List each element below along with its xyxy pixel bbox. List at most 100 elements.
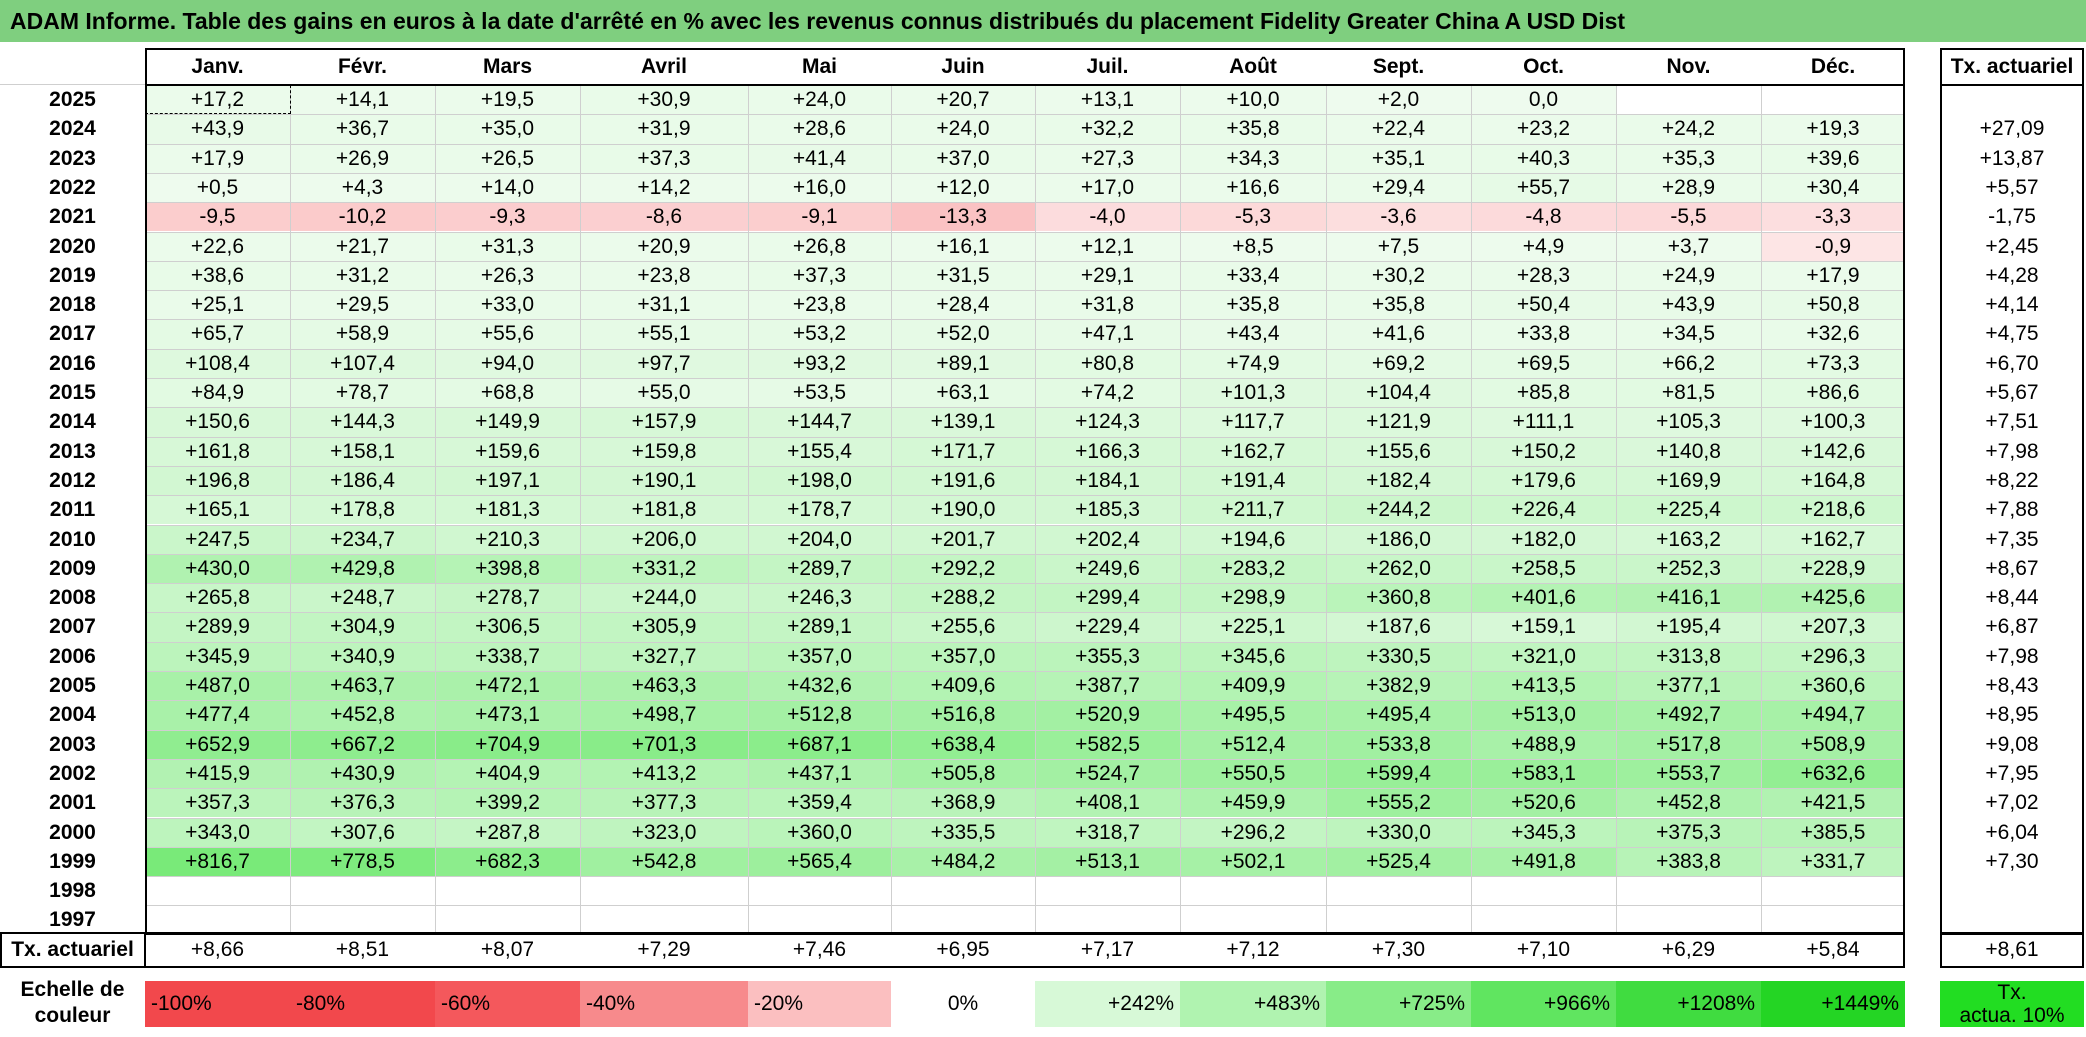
gain-cell: +26,3 (435, 260, 580, 291)
gain-cell: +512,4 (1180, 729, 1326, 759)
gain-cell: +13,1 (1035, 85, 1180, 115)
gain-cell: +159,6 (435, 436, 580, 466)
gain-cell: +498,7 (580, 700, 748, 730)
gain-cell: +24,0 (891, 114, 1035, 144)
gain-cell: +542,8 (580, 846, 748, 877)
gain-cell: +487,0 (145, 671, 290, 701)
row-rate: +7,88 (1985, 498, 2039, 522)
gain-cell: +26,8 (748, 231, 891, 261)
gain-cell: +201,7 (891, 524, 1035, 554)
gain-cell: +202,4 (1035, 524, 1180, 554)
footer-rate: +7,29 (637, 938, 691, 961)
gain-cell: +157,9 (580, 407, 748, 437)
footer-rate: +7,10 (1516, 938, 1571, 961)
gain-cell: +360,6 (1761, 671, 1905, 701)
gain-cell: +43,4 (1180, 319, 1326, 349)
gain-cell (1761, 876, 1905, 906)
gain-cell: +74,9 (1180, 348, 1326, 378)
gain-cell: +360,0 (748, 817, 891, 847)
gain-cell: +94,0 (435, 348, 580, 378)
month-header: Sept. (1372, 55, 1425, 78)
gain-cell: +159,8 (580, 436, 748, 466)
row-rate (1940, 876, 2084, 905)
gain-cell: +335,5 (891, 817, 1035, 847)
gain-cell: +383,8 (1616, 846, 1761, 877)
gain-cell: +512,8 (748, 700, 891, 730)
year-label: 2017 (49, 322, 96, 346)
gain-cell: +41,6 (1326, 319, 1471, 349)
gain-cell: +16,1 (891, 231, 1035, 261)
gain-cell: +28,4 (891, 290, 1035, 320)
gain-cell: +74,2 (1035, 378, 1180, 408)
gain-cell: +31,3 (435, 231, 580, 261)
gain-cell: +513,1 (1035, 846, 1180, 877)
gain-cell: +520,9 (1035, 700, 1180, 730)
gain-cell: +345,9 (145, 641, 290, 671)
gain-cell: -4,0 (1035, 202, 1180, 232)
gain-cell: +149,9 (435, 407, 580, 437)
year-label: 2022 (49, 175, 96, 199)
rate-legend-line2: actua. 10% (1959, 1004, 2065, 1027)
gain-cell: +14,1 (290, 85, 435, 115)
month-header: Avril (641, 55, 687, 78)
row-rate: +13,87 (1979, 146, 2045, 170)
gain-cell: +385,5 (1761, 817, 1905, 847)
gain-cell: +12,1 (1035, 231, 1180, 261)
year-label: 2024 (49, 117, 96, 141)
gain-cell: +492,7 (1616, 700, 1761, 730)
gain-cell: +35,3 (1616, 143, 1761, 173)
month-header: Mars (482, 55, 533, 78)
gain-cell: +24,9 (1616, 260, 1761, 291)
gain-cell: +43,9 (145, 114, 290, 144)
gain-cell: +181,3 (435, 495, 580, 525)
gain-cell: +517,8 (1616, 729, 1761, 759)
gain-cell: -9,3 (435, 202, 580, 232)
gain-cell: +508,9 (1761, 729, 1905, 759)
row-rate: +7,02 (1985, 791, 2039, 815)
gain-cell: +210,3 (435, 524, 580, 554)
gain-cell (290, 876, 435, 906)
gain-cell: +37,3 (748, 260, 891, 291)
gain-cell: +35,0 (435, 114, 580, 144)
gain-cell (1326, 876, 1471, 906)
gain-cell: +69,5 (1471, 348, 1616, 378)
gain-cell: +255,6 (891, 612, 1035, 642)
gain-cell: +178,8 (290, 495, 435, 525)
gain-cell: +144,3 (290, 407, 435, 437)
gain-cell: +12,0 (891, 172, 1035, 203)
gain-cell: +477,4 (145, 700, 290, 730)
gain-cell: +513,0 (1471, 700, 1616, 730)
gain-cell: +687,1 (748, 729, 891, 759)
row-rate: +8,95 (1985, 703, 2039, 727)
gain-cell (1180, 876, 1326, 906)
gain-cell: +377,1 (1616, 671, 1761, 701)
year-label: 2020 (49, 234, 96, 258)
gain-cell: +78,7 (290, 378, 435, 408)
gain-cell: +20,9 (580, 231, 748, 261)
gain-cell: +21,7 (290, 231, 435, 261)
gain-cell: +55,6 (435, 319, 580, 349)
gain-cell: +415,9 (145, 758, 290, 789)
gain-cell: +505,8 (891, 758, 1035, 789)
gain-cell: +488,9 (1471, 729, 1616, 759)
gain-cell: +33,8 (1471, 319, 1616, 349)
row-rate: +7,95 (1985, 761, 2039, 785)
gain-cell: +25,1 (145, 290, 290, 320)
gain-cell: +28,3 (1471, 260, 1616, 291)
footer-label: Tx. actuariel (11, 938, 134, 961)
gain-cell: +66,2 (1616, 348, 1761, 378)
gain-cell: -9,5 (145, 202, 290, 232)
gain-cell: +34,5 (1616, 319, 1761, 349)
year-label: 2025 (49, 88, 96, 111)
row-rate: +6,87 (1985, 615, 2039, 639)
gain-cell (435, 905, 580, 935)
gain-cell: +14,0 (435, 172, 580, 203)
gain-cell: +29,4 (1326, 172, 1471, 203)
gain-cell: +107,4 (290, 348, 435, 378)
gain-cell: +437,1 (748, 758, 891, 789)
year-label: 2001 (49, 791, 96, 815)
gain-cell: +225,4 (1616, 495, 1761, 525)
gain-cell (145, 876, 290, 906)
gain-cell (145, 905, 290, 935)
gain-cell: +34,3 (1180, 143, 1326, 173)
